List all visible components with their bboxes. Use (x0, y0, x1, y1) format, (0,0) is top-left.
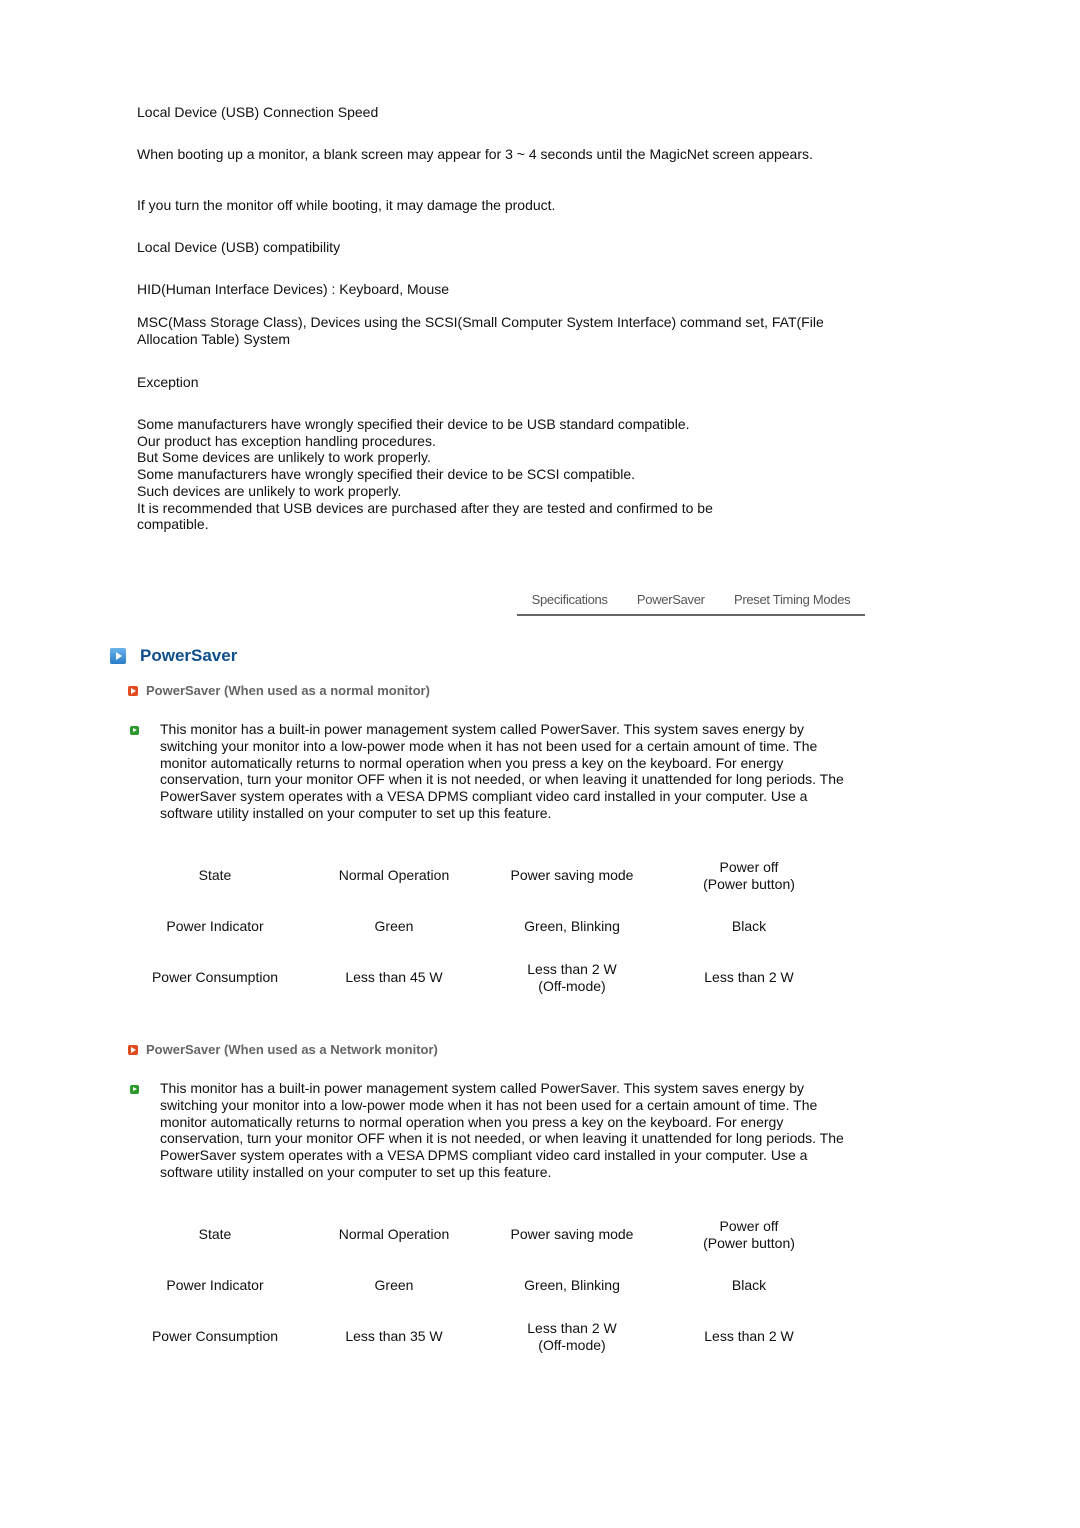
table-cell: Power Consumption (151, 969, 279, 985)
table-cell: Green, Blinking (524, 1277, 620, 1293)
table-cell: Black (731, 1277, 767, 1293)
exception-line: Some manufacturers have wrongly specifie… (137, 466, 636, 483)
table-row: Power Consumption Less than 35 W Less th… (126, 1311, 838, 1362)
table-cell: Green (374, 1277, 414, 1293)
subsection-title: PowerSaver (When used as a Network monit… (146, 1042, 438, 1057)
table-cell: Power Indicator (166, 918, 264, 934)
table-cell: State (198, 1226, 232, 1242)
table-cell: Less than 35 W (345, 1328, 443, 1344)
section-tabs: Specifications PowerSaver Preset Timing … (517, 590, 865, 616)
subsection-heading-network: PowerSaver (When used as a Network monit… (128, 1042, 438, 1057)
power-table-normal: State Normal Operation Power saving mode… (126, 850, 838, 1003)
table-cell: Power saving mode (510, 867, 634, 883)
tab-preset-timing-modes[interactable]: Preset Timing Modes (734, 590, 851, 614)
play-arrow-icon (110, 648, 126, 664)
subsection-heading-normal: PowerSaver (When used as a normal monito… (128, 683, 430, 698)
tab-specifications[interactable]: Specifications (532, 590, 608, 614)
arrow-bullet-icon (128, 685, 138, 696)
exception-line: It is recommended that USB devices are p… (137, 499, 713, 533)
table-cell: Green, Blinking (524, 918, 620, 934)
connection-speed-title: Local Device (USB) Connection Speed (137, 104, 379, 120)
booting-warning: If you turn the monitor off while bootin… (137, 197, 556, 213)
table-cell: Power off (Power button) (703, 1217, 795, 1251)
section-title: PowerSaver (140, 646, 238, 665)
table-row: Power Indicator Green Green, Blinking Bl… (126, 901, 838, 952)
green-bullet-icon (130, 726, 139, 735)
booting-note: When booting up a monitor, a blank scree… (137, 146, 813, 162)
exception-line: Such devices are unlikely to work proper… (137, 482, 402, 499)
table-cell: Normal Operation (338, 867, 450, 883)
arrow-bullet-icon (128, 1044, 138, 1055)
table-row: State Normal Operation Power saving mode… (126, 1209, 838, 1260)
exception-line: Some manufacturers have wrongly specifie… (137, 416, 690, 432)
tab-powersaver[interactable]: PowerSaver (637, 590, 705, 614)
exception-title: Exception (137, 374, 199, 390)
table-cell: Green (374, 918, 414, 934)
table-cell: Power saving mode (510, 1226, 634, 1242)
hid-text: HID(Human Interface Devices) : Keyboard,… (137, 281, 450, 297)
table-cell: Power Indicator (166, 1277, 264, 1293)
table-row: Power Indicator Green Green, Blinking Bl… (126, 1260, 838, 1311)
green-bullet-icon (130, 1085, 139, 1094)
subsection-title: PowerSaver (When used as a normal monito… (146, 683, 430, 698)
table-cell: Normal Operation (338, 1226, 450, 1242)
exception-line: Our product has exception handling proce… (137, 432, 436, 449)
table-cell: Less than 2 W (704, 1328, 794, 1344)
table-cell: State (198, 867, 232, 883)
table-cell: Less than 45 W (345, 969, 443, 985)
section-heading: PowerSaver (110, 646, 237, 666)
compat-title: Local Device (USB) compatibility (137, 239, 341, 255)
table-cell: Black (731, 918, 767, 934)
table-row: State Normal Operation Power saving mode… (126, 850, 838, 901)
subsection-body: This monitor has a built-in power manage… (160, 1080, 844, 1180)
table-row: Power Consumption Less than 45 W Less th… (126, 952, 838, 1003)
table-cell: Power Consumption (151, 1328, 279, 1344)
table-cell: Less than 2 W (Off-mode) (527, 1319, 617, 1353)
msc-text: MSC(Mass Storage Class), Devices using t… (137, 314, 824, 347)
exception-list: Some manufacturers have wrongly specifie… (137, 416, 777, 533)
table-cell: Less than 2 W (704, 969, 794, 985)
subsection-body: This monitor has a built-in power manage… (160, 721, 844, 821)
table-cell: Less than 2 W (Off-mode) (527, 960, 617, 994)
table-cell: Power off (Power button) (703, 858, 795, 892)
power-table-network: State Normal Operation Power saving mode… (126, 1209, 838, 1362)
exception-line: But Some devices are unlikely to work pr… (137, 449, 431, 466)
